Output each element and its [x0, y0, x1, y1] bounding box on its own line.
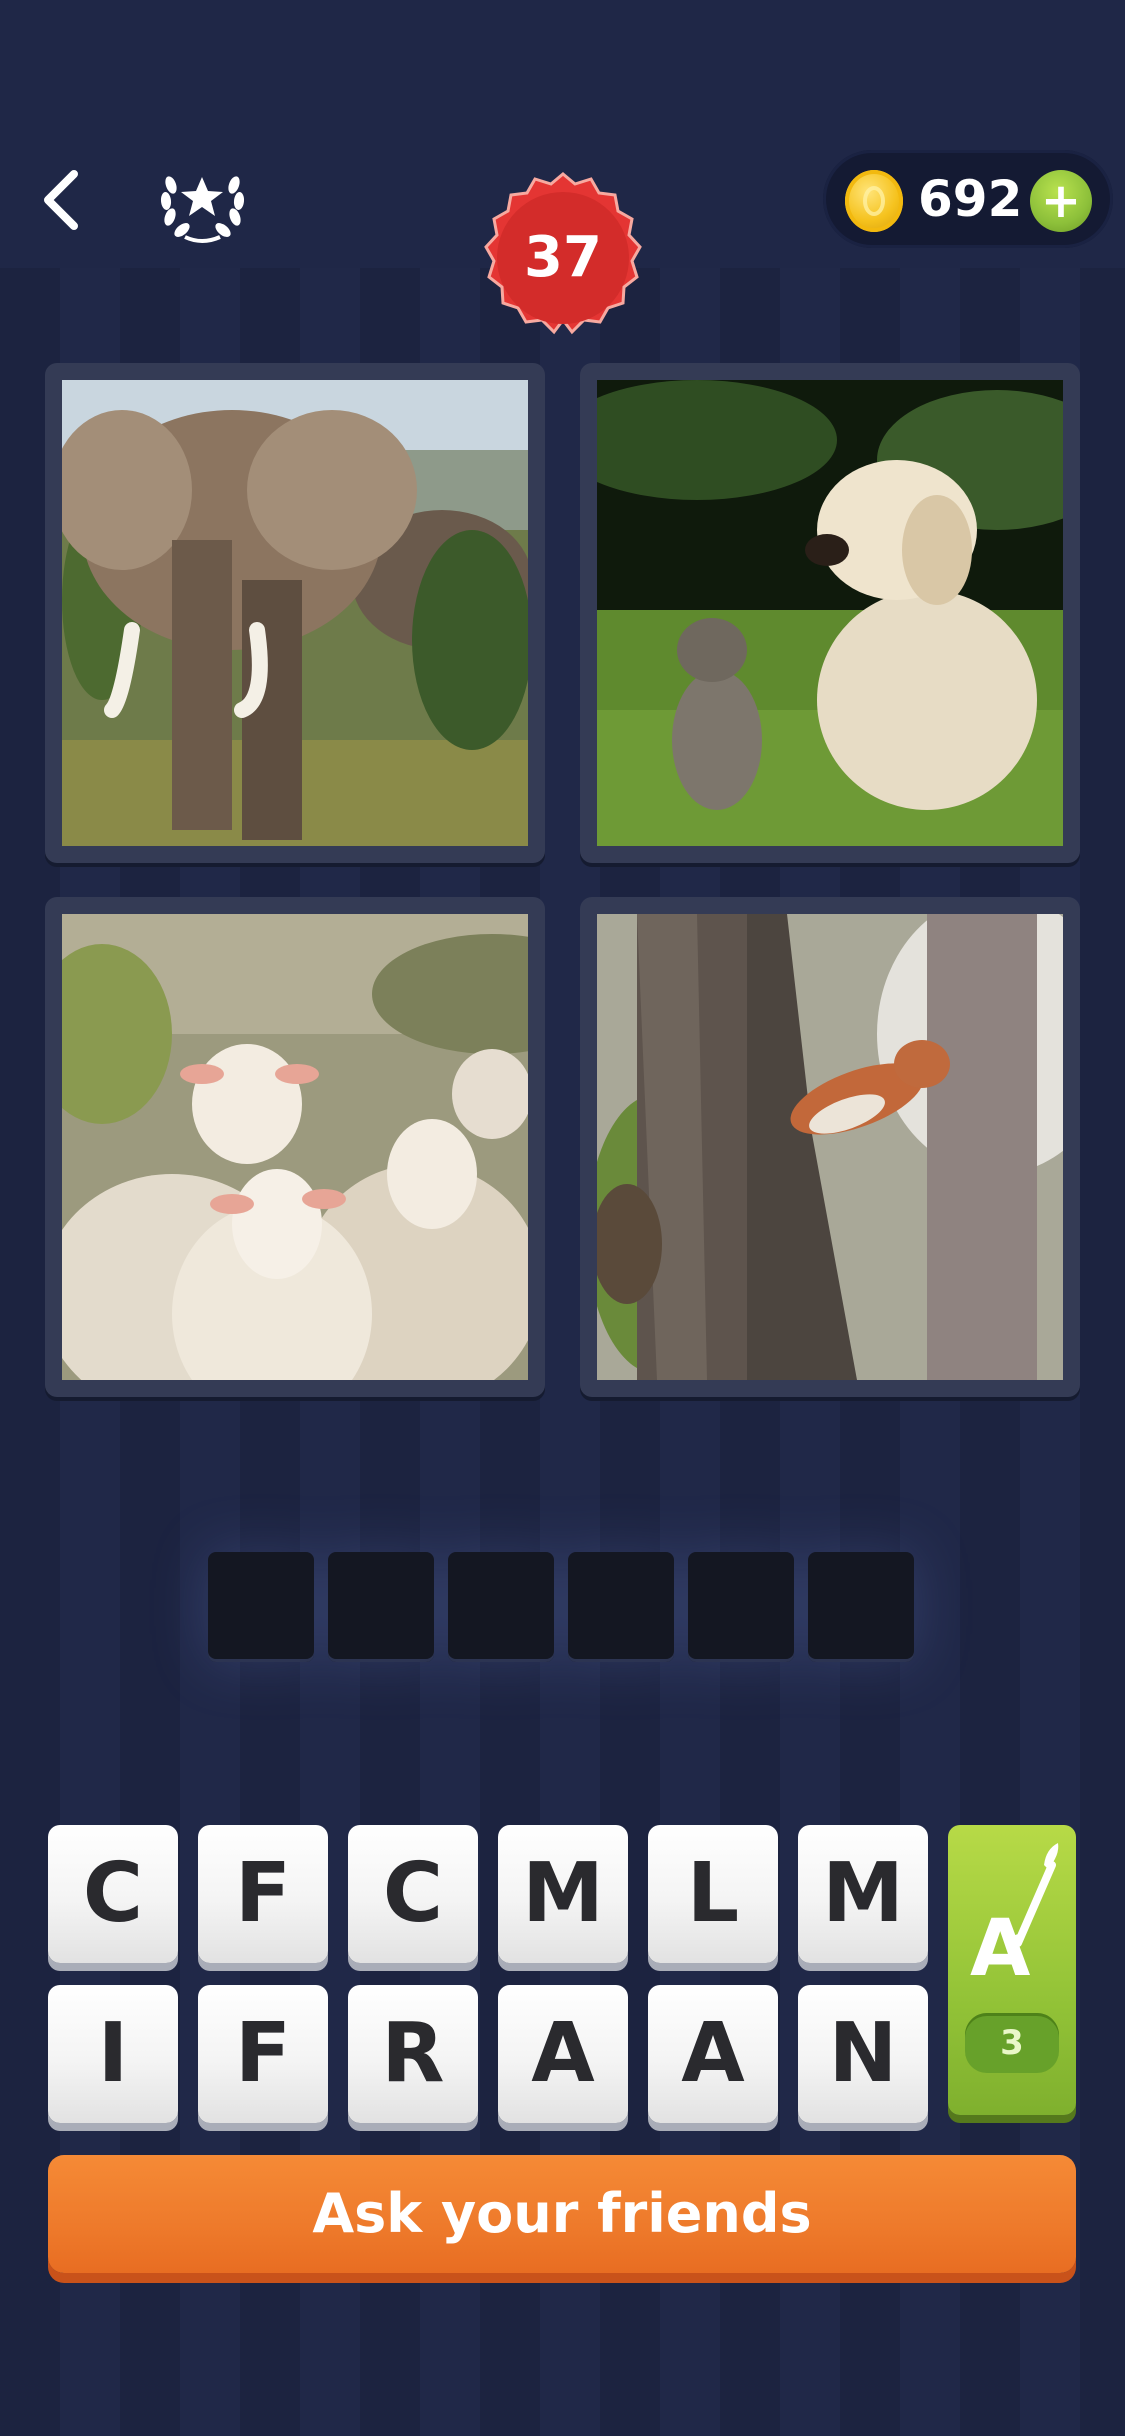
letter-key[interactable]: F — [198, 1825, 328, 1963]
squirrel-photo — [597, 914, 1063, 1380]
level-number: 37 — [524, 225, 602, 290]
letter-key[interactable]: A — [648, 1985, 778, 2123]
puppy-and-kitten-photo — [597, 380, 1063, 846]
ask-friends-button[interactable]: Ask your friends — [48, 2155, 1076, 2273]
coin-count: 692 — [918, 170, 1023, 228]
paintbrush-letter-a-icon: A — [970, 1843, 1059, 1994]
letter-key[interactable]: C — [48, 1825, 178, 1963]
picture-tile-elephant[interactable] — [45, 363, 545, 863]
hint-button[interactable]: A 3 — [948, 1825, 1076, 2115]
letter-key[interactable]: M — [798, 1825, 928, 1963]
letter-key[interactable]: I — [48, 1985, 178, 2123]
answer-slot[interactable] — [328, 1552, 434, 1662]
letter-key[interactable]: M — [498, 1825, 628, 1963]
letter-key[interactable]: F — [198, 1985, 328, 2123]
back-button[interactable] — [30, 160, 90, 240]
answer-slot[interactable] — [208, 1552, 314, 1662]
laurel-star-icon — [160, 176, 245, 243]
picture-tile-puppy-kitten[interactable] — [580, 363, 1080, 863]
level-badge: 37 — [475, 170, 651, 346]
picture-tile-sheep[interactable] — [45, 897, 545, 1397]
letter-key[interactable]: R — [348, 1985, 478, 2123]
achievements-button[interactable] — [155, 155, 250, 245]
add-coins-button[interactable]: + — [1030, 170, 1092, 232]
chevron-left-icon — [44, 170, 78, 230]
svg-text:A: A — [970, 1904, 1030, 1994]
letter-key[interactable]: L — [648, 1825, 778, 1963]
coin-icon — [845, 170, 903, 232]
letter-key[interactable]: N — [798, 1985, 928, 2123]
elephant-photo — [62, 380, 528, 846]
sheep-photo — [62, 914, 528, 1380]
answer-slot[interactable] — [568, 1552, 674, 1662]
answer-slot[interactable] — [448, 1552, 554, 1662]
answer-slot[interactable] — [808, 1552, 914, 1662]
answer-slots — [208, 1552, 918, 1664]
picture-tile-squirrel[interactable] — [580, 897, 1080, 1397]
hint-count-badge: 3 — [965, 2013, 1059, 2073]
letter-key[interactable]: A — [498, 1985, 628, 2123]
coin-balance[interactable]: 692 + — [823, 150, 1113, 248]
letter-key[interactable]: C — [348, 1825, 478, 1963]
answer-slot[interactable] — [688, 1552, 794, 1662]
